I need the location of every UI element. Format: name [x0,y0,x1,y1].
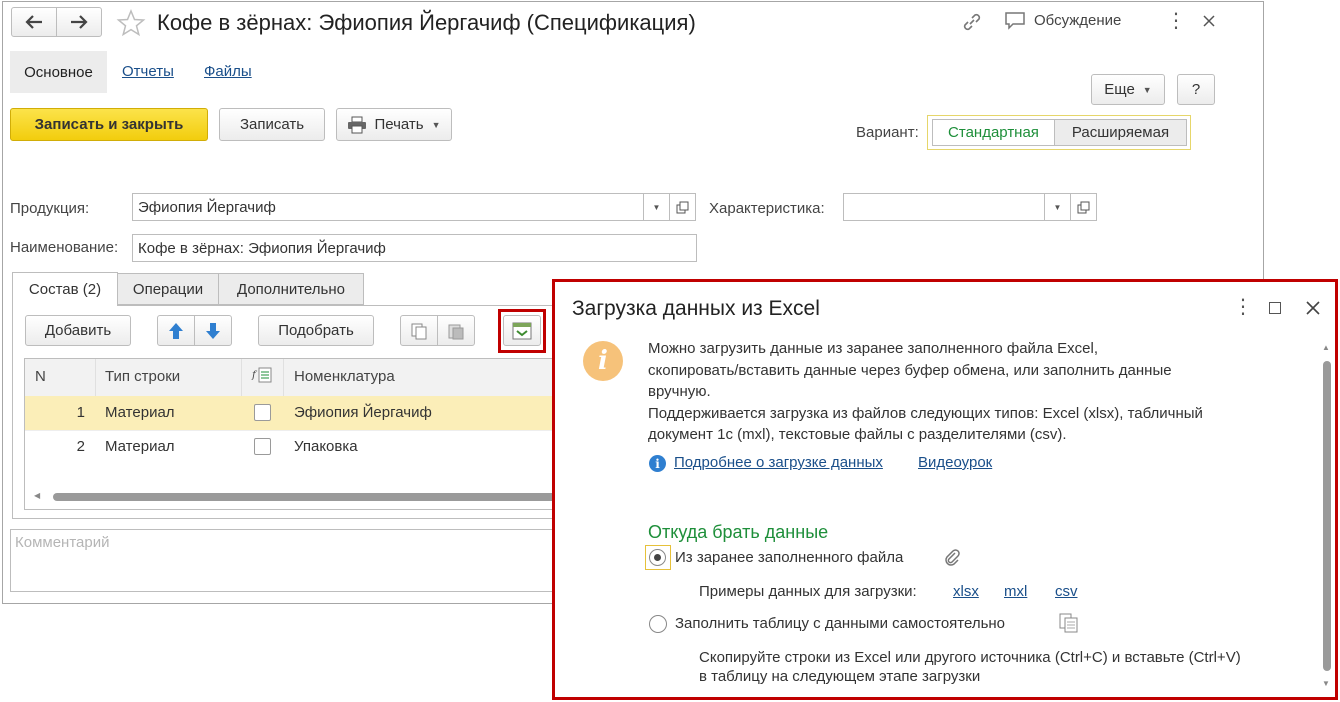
row-item: Эфиопия Йергачиф [294,404,432,421]
arrow-right-icon [71,15,88,29]
chevron-down-icon: ▼ [652,202,661,212]
copy-icon [411,323,427,339]
section-title: Откуда брать данные [648,522,829,542]
printer-icon [348,116,367,133]
name-field[interactable]: Кофе в зёрнах: Эфиопия Йергачиф [132,234,697,262]
discussion-icon[interactable] [1004,11,1026,31]
forward-button[interactable] [56,7,102,37]
arrow-left-icon [25,15,42,29]
tab-reports[interactable]: Отчеты [122,63,174,80]
row-checkbox[interactable] [254,404,271,421]
maximize-icon[interactable] [1269,302,1281,314]
row-checkbox[interactable] [254,438,271,455]
paperclip-icon[interactable] [943,548,961,566]
excel-load-button[interactable] [503,315,541,346]
header-row-type[interactable]: Тип строки [105,368,180,385]
product-dropdown-button[interactable]: ▼ [643,193,670,221]
tab-operations[interactable]: Операции [117,273,219,305]
example-mxl-link[interactable]: mxl [1004,583,1027,600]
variant-extended-button[interactable]: Расширяемая [1054,119,1187,146]
add-button[interactable]: Добавить [25,315,131,346]
row-number: 1 [76,404,85,421]
product-open-button[interactable] [669,193,696,221]
radio-dot [654,554,661,561]
option-file-label[interactable]: Из заранее заполненного файла [675,549,903,566]
radio-from-file[interactable] [649,549,666,566]
header-n[interactable]: N [35,368,46,385]
row-item: Упаковка [294,438,358,455]
close-icon[interactable] [1203,15,1215,27]
characteristic-field[interactable] [843,193,1045,221]
dialog-title: Загрузка данных из Excel [572,297,820,320]
copy-button[interactable] [400,315,438,346]
open-window-icon [676,201,689,213]
info-icon: i [583,341,623,381]
move-up-button[interactable] [157,315,195,346]
print-button[interactable]: Печать ▼ [336,108,452,141]
row-type: Материал [105,438,175,455]
scroll-left-arrow[interactable]: ◀ [34,491,40,500]
characteristic-open-button[interactable] [1070,193,1097,221]
name-label: Наименование: [10,239,119,256]
comment-field[interactable]: Комментарий [10,529,570,592]
help-button[interactable]: ? [1177,74,1215,105]
paste-icon [448,324,464,339]
more-button[interactable]: Еще ▼ [1091,74,1165,105]
save-close-button[interactable]: Записать и закрыть [10,108,208,141]
variant-label: Вариант: [856,124,919,141]
product-field[interactable]: Эфиопия Йергачиф [132,193,644,221]
variant-standard-button[interactable]: Стандартная [932,119,1055,146]
paste-button[interactable] [437,315,475,346]
vertical-scrollbar[interactable] [1323,361,1331,671]
link-icon[interactable] [961,12,983,32]
move-down-button[interactable] [194,315,232,346]
more-menu-icon[interactable]: ⋮ [1166,11,1186,31]
video-tutorial-link[interactable]: Видеоурок [918,454,992,471]
pick-button[interactable]: Подобрать [258,315,374,346]
load-from-excel-icon [512,322,532,339]
example-xlsx-link[interactable]: xlsx [953,583,979,600]
arrow-up-icon [169,322,183,339]
row-type: Материал [105,404,175,421]
dialog-close-icon[interactable] [1306,301,1320,315]
scroll-down-arrow[interactable]: ▼ [1322,679,1330,688]
paste-table-icon[interactable] [1058,613,1080,633]
tab-main[interactable]: Основное [10,51,107,93]
back-button[interactable] [11,7,57,37]
tab-files[interactable]: Файлы [204,63,252,80]
row-number: 2 [76,438,85,455]
chevron-down-icon: ▼ [1142,84,1152,95]
example-csv-link[interactable]: csv [1055,583,1078,600]
dialog-more-icon[interactable]: ⋮ [1233,297,1253,317]
examples-label: Примеры данных для загрузки: [699,583,917,600]
characteristic-dropdown-button[interactable]: ▼ [1044,193,1071,221]
arrow-down-icon [206,322,220,339]
favorite-star-icon[interactable] [116,9,146,37]
radio-manual[interactable] [649,615,667,633]
info-small-icon: i [649,455,666,472]
dialog-intro: Можно загрузить данные из заранее заполн… [648,340,1203,443]
product-label: Продукция: [10,200,90,217]
horizontal-scrollbar[interactable] [53,493,558,501]
header-nomenclature[interactable]: Номенклатура [294,368,395,385]
tab-additional[interactable]: Дополнительно [218,273,364,305]
chevron-down-icon: ▼ [431,119,441,130]
characteristic-label: Характеристика: [709,200,825,217]
chevron-down-icon: ▼ [1053,202,1062,212]
manual-hint: Скопируйте строки из Excel или другого и… [699,649,1241,685]
formula-icon[interactable]: f [251,366,273,386]
learn-more-link[interactable]: Подробнее о загрузке данных [674,454,883,471]
discussion-link[interactable]: Обсуждение [1034,12,1121,29]
option-manual-label[interactable]: Заполнить таблицу с данными самостоятель… [675,615,1005,632]
svg-text:f: f [251,370,258,381]
save-button[interactable]: Записать [219,108,325,141]
tab-composition[interactable]: Состав (2) [12,272,118,306]
open-window-icon [1077,201,1090,213]
window-title: Кофе в зёрнах: Эфиопия Йергачиф (Специфи… [157,10,696,35]
scroll-up-arrow[interactable]: ▲ [1322,343,1330,352]
